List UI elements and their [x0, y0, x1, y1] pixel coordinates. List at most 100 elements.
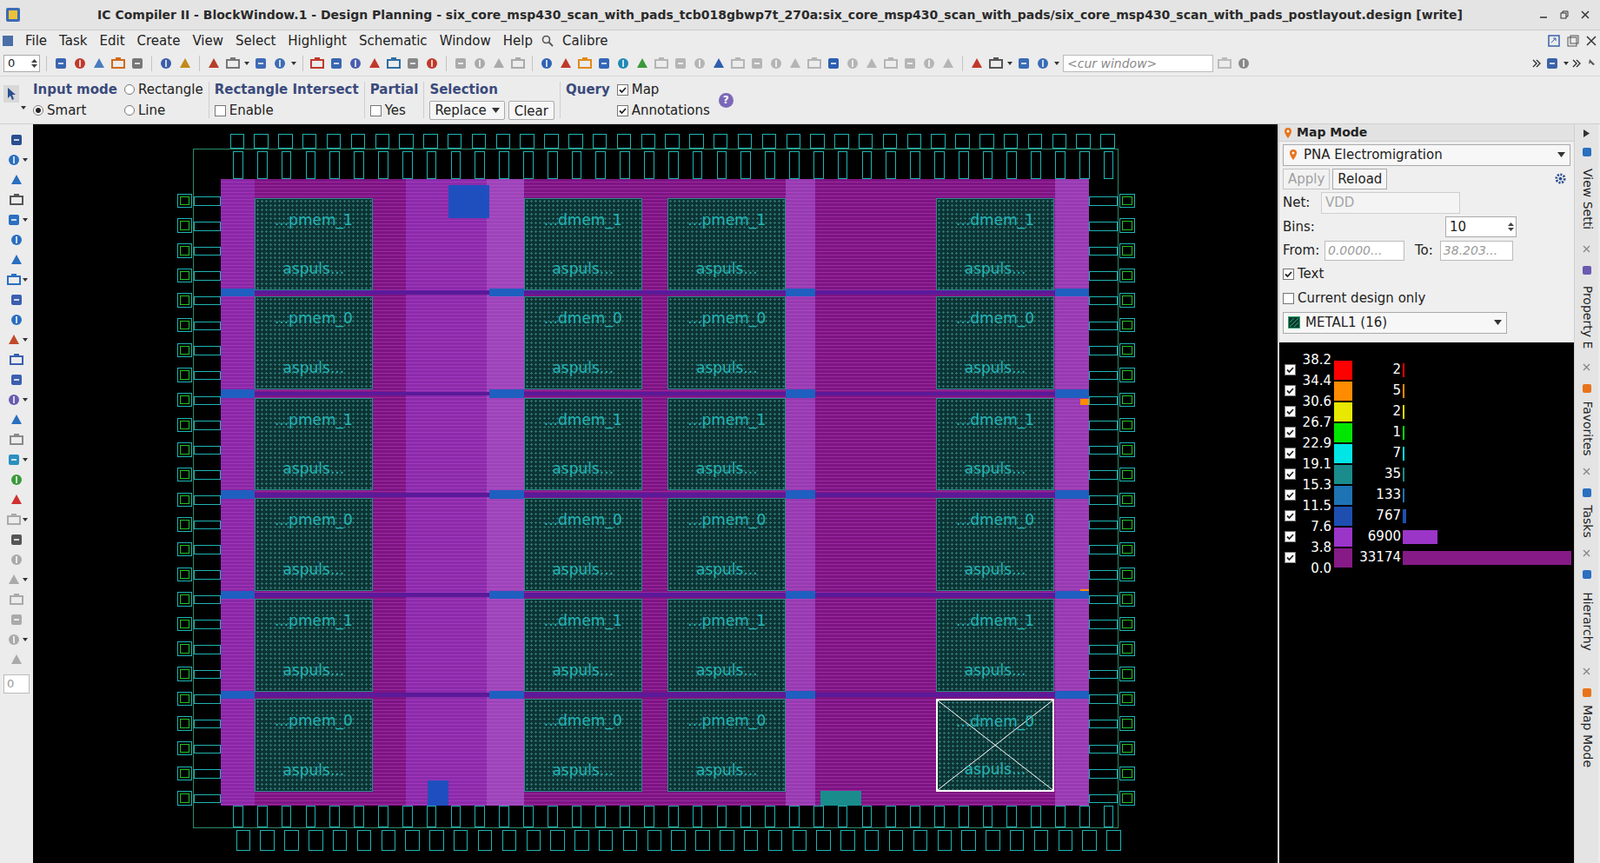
left-tool[interactable] [6, 151, 28, 169]
tool-icon[interactable] [1035, 55, 1051, 72]
macro-cell[interactable]: aspuls... [964, 760, 1027, 778]
macro-cell[interactable]: aspuls... [964, 661, 1027, 679]
net-field[interactable]: VDD [1321, 192, 1461, 214]
macro-block[interactable]: ...pmem_0aspuls... [667, 296, 786, 390]
menu-item[interactable]: Edit [92, 31, 131, 52]
macro-block[interactable]: ...pmem_1aspuls... [254, 198, 373, 292]
pin-icon[interactable] [1584, 57, 1597, 70]
tool-icon[interactable] [730, 55, 746, 72]
tool-icon[interactable] [8, 491, 25, 508]
tool-icon[interactable] [225, 55, 241, 72]
minimize-icon[interactable] [1539, 10, 1548, 20]
dropdown-arrow-icon[interactable] [22, 338, 28, 342]
left-field[interactable]: 0 [3, 674, 30, 694]
gear-icon[interactable] [1553, 172, 1571, 186]
left-tool[interactable] [6, 451, 28, 469]
macro-name[interactable]: ...pmem_0 [687, 309, 766, 327]
tool-icon[interactable] [749, 55, 765, 72]
macro-block[interactable]: ...dmem_1aspuls... [936, 198, 1055, 292]
checkbox[interactable] [617, 105, 629, 117]
tool-icon[interactable] [538, 55, 555, 72]
dropdown-arrow-icon[interactable] [1054, 61, 1060, 66]
radio-button[interactable] [124, 84, 135, 95]
query-check-label[interactable]: Annotations [631, 100, 711, 121]
pointer-icon[interactable] [3, 85, 20, 103]
macro-cell[interactable]: aspuls... [551, 661, 614, 679]
tool-icon[interactable] [844, 55, 861, 72]
tool-icon[interactable] [6, 212, 22, 228]
close-icon[interactable] [1582, 239, 1591, 259]
intersect-check-label[interactable]: Enable [229, 100, 274, 121]
menu-item[interactable]: Calibre [556, 31, 615, 52]
macro-block[interactable]: ...pmem_0aspuls... [254, 296, 373, 390]
current-design-check[interactable]: Current design only [1282, 286, 1571, 310]
tool-icon[interactable] [8, 172, 25, 188]
tool-icon[interactable] [347, 55, 364, 72]
menu-item[interactable]: Highlight [281, 31, 353, 52]
pointer-tool[interactable] [3, 76, 34, 124]
tool-icon[interactable] [6, 272, 22, 288]
macro-name[interactable]: ...pmem_1 [687, 611, 766, 630]
side-tab-label[interactable]: Tasks [1577, 504, 1596, 538]
tool-icon[interactable] [8, 611, 25, 628]
macro-cell[interactable]: aspuls... [283, 459, 346, 478]
restore-icon[interactable] [1560, 10, 1569, 20]
left-tool[interactable] [6, 570, 28, 589]
selection-value[interactable]: Replace [434, 100, 486, 121]
menu-item[interactable]: Help [497, 31, 539, 52]
dropdown-arrow-icon[interactable] [22, 517, 28, 522]
macro-cell[interactable]: aspuls... [283, 259, 346, 278]
macro-cell[interactable]: aspuls... [696, 761, 758, 779]
dropdown-arrow-icon[interactable] [491, 107, 500, 113]
layer-dropdown[interactable]: METAL1 (16) [1282, 312, 1508, 334]
checkbox[interactable] [1284, 489, 1296, 501]
macro-cell[interactable]: aspuls... [964, 560, 1027, 578]
tool-icon[interactable] [404, 55, 421, 72]
checkbox[interactable] [1284, 531, 1296, 543]
macro-name[interactable]: ...pmem_1 [687, 211, 766, 229]
left-tool[interactable] [8, 351, 25, 369]
macro-block[interactable]: ...pmem_1aspuls... [667, 198, 786, 292]
radio-button[interactable] [124, 105, 135, 116]
tool-icon[interactable] [8, 312, 25, 328]
tool-icon[interactable] [988, 55, 1004, 72]
macro-block[interactable]: ...pmem_1aspuls... [667, 598, 786, 692]
bins-value[interactable]: 10 [1449, 217, 1508, 238]
macro-cell[interactable]: aspuls... [696, 459, 758, 478]
partial-check-label[interactable]: Yes [385, 100, 406, 121]
close-icon[interactable] [1580, 10, 1590, 20]
checkbox[interactable] [370, 105, 382, 117]
macro-cell[interactable]: aspuls... [283, 661, 346, 679]
dropdown-arrow-icon[interactable] [22, 637, 28, 642]
left-tool[interactable] [6, 211, 28, 229]
tool-icon[interactable] [557, 55, 574, 72]
tool-icon[interactable] [8, 591, 25, 608]
macro-cell[interactable]: aspuls... [696, 560, 758, 578]
side-tab-label[interactable]: Property E [1577, 285, 1596, 350]
tool-icon[interactable] [129, 55, 146, 72]
tool-icon[interactable] [158, 55, 174, 72]
checkbox[interactable] [1282, 292, 1295, 305]
tool-icon[interactable] [863, 55, 880, 72]
macro-block[interactable]: ...pmem_0aspuls... [667, 698, 786, 792]
tool-icon[interactable] [672, 55, 689, 72]
tab-icon[interactable] [1581, 145, 1593, 160]
mode-option-label[interactable]: Line [138, 100, 166, 121]
menu-item[interactable]: Select [229, 31, 282, 52]
macro-name[interactable]: ...pmem_0 [274, 309, 353, 327]
tool-icon[interactable] [6, 511, 22, 528]
macro-cell[interactable]: aspuls... [551, 259, 614, 278]
expand-arrow-icon[interactable] [1583, 126, 1590, 140]
tool-icon[interactable] [806, 55, 823, 72]
dropdown-arrow-icon[interactable] [1007, 61, 1013, 66]
tool-icon[interactable] [577, 55, 593, 72]
checkbox[interactable] [1284, 447, 1296, 459]
tool-icon[interactable] [452, 55, 469, 72]
side-tab[interactable]: Favorites [1574, 376, 1599, 481]
tool-icon[interactable] [491, 55, 507, 72]
search-icon[interactable] [538, 34, 557, 47]
tool-icon[interactable] [710, 55, 727, 72]
side-tab-label-box[interactable]: Hierarchy [1574, 581, 1599, 662]
tool-icon[interactable] [6, 451, 22, 468]
tool-icon[interactable] [902, 55, 918, 72]
